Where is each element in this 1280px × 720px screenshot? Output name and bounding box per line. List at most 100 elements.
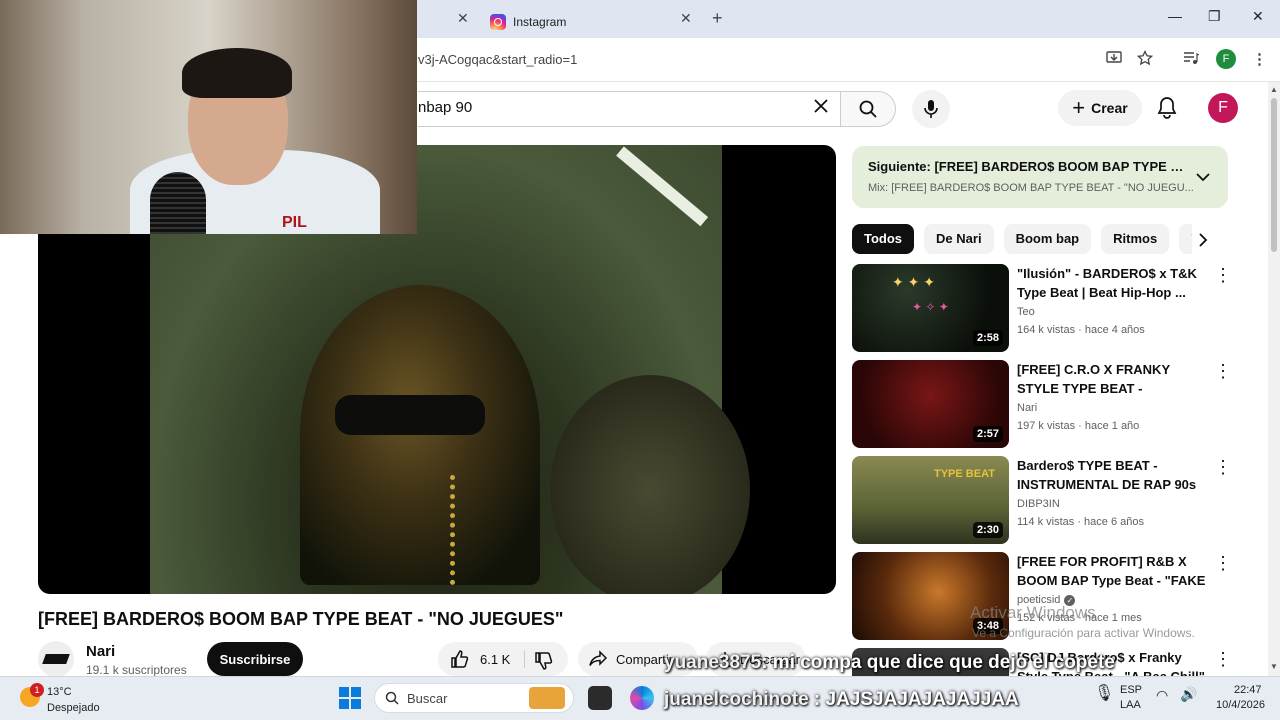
thumbs-down-icon[interactable] [534, 651, 554, 671]
video-thumbnail[interactable]: TYPE BEAT 2:30 [852, 456, 1009, 544]
search-icon [385, 691, 399, 705]
like-count: 6.1 K [480, 651, 511, 667]
scroll-thumb[interactable] [1271, 98, 1277, 252]
video-shoulder [550, 375, 750, 594]
activation-watermark-title: Activar Windows [970, 603, 1096, 622]
scroll-up-arrow[interactable]: ▲ [1270, 85, 1278, 94]
tab-instagram[interactable]: Instagram [490, 6, 566, 38]
related-video[interactable]: 2:57 [FREE] C.R.O X FRANKY STYLE TYPE BE… [852, 360, 1242, 450]
windows-taskbar: 1 13°C Despejado Buscar 🎙 ESP LAA ◠ 🔊 22… [0, 676, 1280, 720]
close-window-button[interactable]: ✕ [1252, 8, 1264, 25]
more-options-icon[interactable]: ⋮ [1214, 650, 1232, 668]
related-video[interactable]: ✦ ✦ ✦ ✦ ✧ ✦ 2:58 "Ilusión" - BARDERO$ x … [852, 264, 1242, 354]
wifi-icon[interactable]: ◠ [1156, 687, 1168, 704]
channel-avatar[interactable] [38, 641, 74, 677]
more-options-icon[interactable]: ⋮ [1214, 554, 1232, 572]
related-channel[interactable]: DIBP3IN [1017, 498, 1060, 510]
filter-chips: Todos De Nari Boom bap Ritmos Vid [852, 224, 1192, 254]
create-button[interactable]: + Crear [1058, 90, 1142, 126]
like-button[interactable]: 6.1 K [438, 642, 568, 676]
microphone-tray-icon[interactable]: 🎙 [1094, 683, 1114, 703]
up-next-card[interactable]: Siguiente: [FREE] BARDERO$ BOOM BAP TYPE… [852, 146, 1228, 208]
related-video[interactable]: TYPE BEAT 2:30 Bardero$ TYPE BEAT - INST… [852, 456, 1242, 546]
like-divider [524, 650, 525, 668]
chat-username: juanelcochinote [664, 689, 809, 710]
webcam-hair [182, 48, 292, 98]
task-view-icon[interactable] [588, 686, 612, 710]
tab-close-icon[interactable]: ✕ [457, 10, 469, 27]
thumbs-up-icon [451, 650, 469, 668]
voice-search-button[interactable] [912, 90, 950, 128]
more-options-icon[interactable]: ⋮ [1214, 266, 1232, 284]
search-input[interactable]: nbap 90 [418, 99, 472, 116]
taskbar-search[interactable]: Buscar [374, 683, 574, 713]
video-title: [FREE] BARDERO$ BOOM BAP TYPE BEAT - "NO… [38, 609, 564, 629]
chat-text: : mi compa que dice que dejo el copete [761, 652, 1115, 673]
light-streak [616, 146, 709, 227]
media-controls-icon[interactable] [1183, 50, 1200, 70]
scroll-down-arrow[interactable]: ▼ [1270, 662, 1278, 671]
related-channel[interactable]: Teo [1017, 306, 1035, 318]
weather-temperature: 13°C [47, 686, 72, 698]
windows-logo-tile [339, 687, 349, 697]
chip-videos[interactable]: Vid [1179, 224, 1192, 254]
bookmark-star-icon[interactable] [1136, 49, 1154, 70]
notification-badge: 1 [30, 683, 44, 697]
more-options-icon[interactable]: ⋮ [1214, 458, 1232, 476]
microphone-icon [924, 100, 938, 118]
chat-message: juanelcochinote : JAJSJAJAJAJAJJAA [664, 689, 1019, 711]
page-scrollbar[interactable]: ▲ ▼ [1268, 82, 1280, 676]
video-chain [450, 475, 480, 585]
search-button[interactable] [840, 91, 896, 127]
maximize-button[interactable]: ❐ [1208, 8, 1221, 25]
chip-boom-bap[interactable]: Boom bap [1003, 224, 1092, 254]
minimize-button[interactable]: — [1168, 8, 1182, 24]
related-meta: 114 k vistas · hace 6 años [1017, 516, 1144, 528]
clock-time[interactable]: 22:47 [1234, 684, 1262, 696]
new-tab-button[interactable]: + [712, 8, 723, 29]
volume-icon[interactable]: 🔊 [1180, 686, 1197, 703]
related-title[interactable]: [FREE] C.R.O X FRANKY STYLE TYPE BEAT - … [1017, 360, 1207, 398]
channel-name[interactable]: Nari [86, 643, 115, 660]
related-title[interactable]: "Ilusión" - BARDERO$ x T&K Type Beat | B… [1017, 264, 1207, 302]
related-title[interactable]: [FREE FOR PROFIT] R&B X BOOM BAP Type Be… [1017, 552, 1207, 590]
language-bottom[interactable]: LAA [1120, 699, 1141, 711]
copilot-icon[interactable] [630, 686, 654, 710]
chip-todos[interactable]: Todos [852, 224, 915, 254]
chevron-down-icon[interactable] [1194, 168, 1212, 191]
video-thumbnail[interactable]: ✦ ✦ ✦ ✦ ✧ ✦ 2:58 [852, 264, 1009, 352]
search-box[interactable] [418, 91, 848, 127]
tab-close-icon[interactable]: ✕ [680, 10, 692, 27]
sparkle-decoration: ✦ ✦ ✦ [892, 274, 935, 290]
windows-logo-tile [351, 687, 361, 697]
language-top[interactable]: ESP [1120, 684, 1142, 696]
video-sunglasses [335, 395, 485, 435]
more-options-icon[interactable]: ⋮ [1214, 362, 1232, 380]
windows-start-button[interactable] [339, 687, 361, 709]
plus-icon: + [1072, 95, 1086, 120]
chevron-right-icon[interactable] [1196, 232, 1210, 253]
related-channel[interactable]: Nari [1017, 402, 1037, 414]
video-duration: 2:30 [972, 522, 1003, 538]
clock-date[interactable]: 10/4/2026 [1216, 699, 1265, 711]
related-meta: 164 k vistas · hace 4 años [1017, 324, 1145, 336]
chat-message: yuane3875: mi compa que dice que dejo el… [664, 652, 1115, 674]
related-meta: 197 k vistas · hace 1 año [1017, 420, 1140, 432]
notifications-bell-icon[interactable] [1156, 96, 1178, 125]
instagram-icon [490, 14, 506, 30]
user-avatar[interactable]: F [1208, 93, 1238, 123]
clear-search-icon[interactable] [812, 95, 830, 121]
webcam-microphone [150, 172, 206, 234]
activation-watermark-subtitle: Ve a Configuración para activar Windows. [972, 626, 1195, 640]
install-app-icon[interactable] [1106, 50, 1122, 70]
related-title[interactable]: Bardero$ TYPE BEAT - INSTRUMENTAL DE RAP… [1017, 456, 1207, 494]
browser-profile-avatar[interactable]: F [1216, 49, 1236, 69]
chip-ritmos[interactable]: Ritmos [1101, 224, 1170, 254]
url-field[interactable]: v3j-ACogqac&start_radio=1 [418, 52, 577, 67]
search-icon [859, 100, 877, 118]
video-thumbnail[interactable]: 2:57 [852, 360, 1009, 448]
taskbar-search-label: Buscar [407, 690, 448, 706]
subscribe-button[interactable]: Suscribirse [207, 642, 303, 676]
browser-menu-icon[interactable]: ⋮ [1252, 50, 1267, 68]
chip-de-nari[interactable]: De Nari [924, 224, 994, 254]
